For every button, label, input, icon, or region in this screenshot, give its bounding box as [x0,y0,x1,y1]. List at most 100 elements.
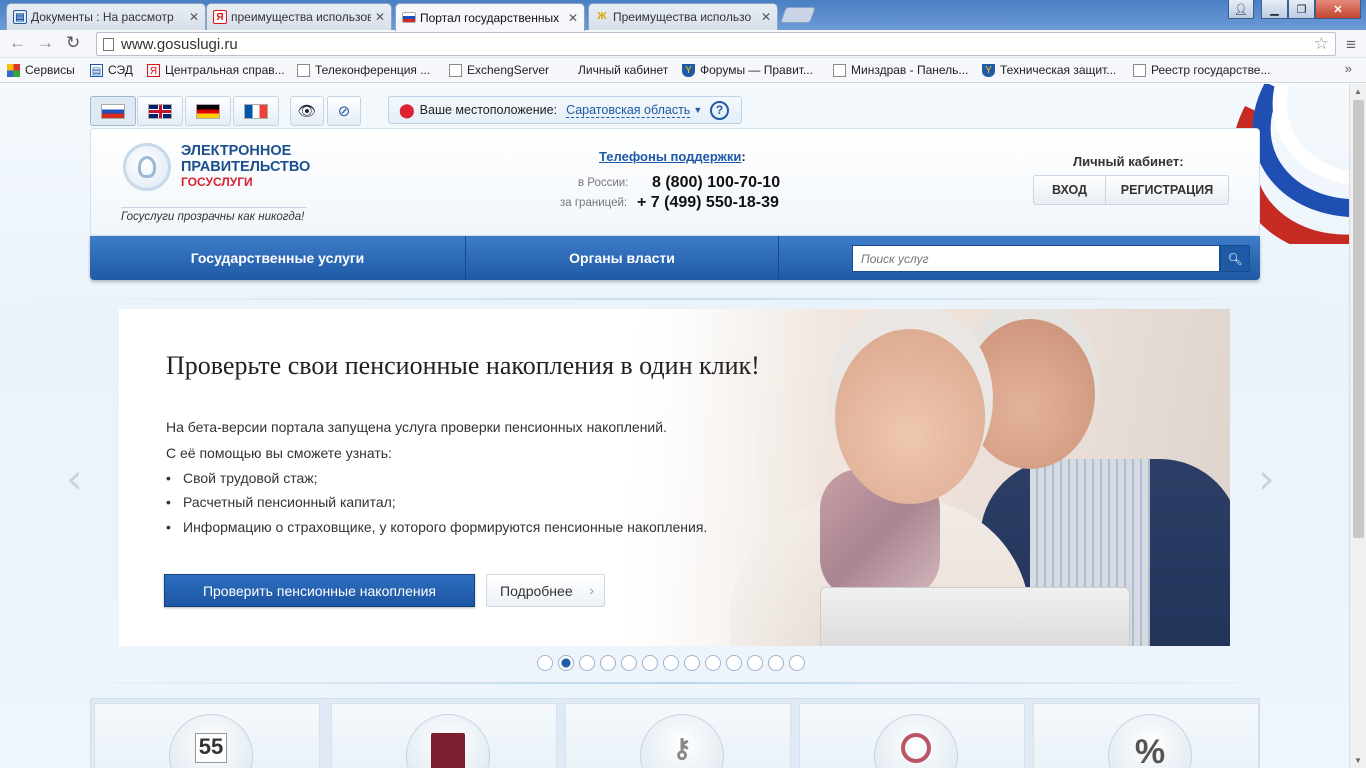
zh-favicon-icon: Ж [597,11,607,22]
category-tile-retirement[interactable]: 55 [94,703,320,768]
carousel-dot[interactable] [747,655,763,671]
carousel-dot[interactable] [705,655,721,671]
tab-title: Документы : На рассмотр [31,10,174,24]
accessibility-button[interactable]: 👁︎ [290,96,324,126]
slider-prev-arrow[interactable]: ‹ [66,454,83,503]
bookmark-item[interactable]: Телеконференция ... [297,63,430,77]
browser-tab[interactable]: ▤ Документы : На рассмотр ✕ [6,3,206,30]
page-scrollbar[interactable]: ▲ ▼ [1349,84,1366,768]
language-fr-button[interactable] [233,96,279,126]
bookmark-item[interactable]: Реестр государстве... [1133,63,1270,77]
site-header: ЭЛЕКТРОННОЕ ПРАВИТЕЛЬСТВО ГОСУСЛУГИ Госу… [90,128,1260,236]
logo-title[interactable]: ЭЛЕКТРОННОЕ ПРАВИТЕЛЬСТВО [181,143,310,175]
browser-menu-icon[interactable]: ≡ [1346,35,1356,55]
carousel-dot[interactable] [600,655,616,671]
search-button[interactable]: 🔍︎ [1220,245,1250,272]
nav-government-services[interactable]: Государственные услуги [90,236,466,280]
browser-tab-active[interactable]: Портал государственных ✕ [395,3,585,31]
carousel-dot[interactable] [642,655,658,671]
user-profile-button[interactable]: 👤︎ [1228,0,1254,19]
bookmark-item[interactable]: Минздрав - Панель... [833,63,968,77]
carousel-dot[interactable] [663,655,679,671]
chevron-down-icon[interactable]: ▼ [693,105,702,115]
location-region-link[interactable]: Саратовская область [566,103,691,118]
address-bar[interactable]: www.gosuslugi.ru ☆ [96,32,1336,56]
logo-line1: ЭЛЕКТРОННОЕ [181,143,292,159]
page-icon [449,63,462,77]
carousel-dot[interactable] [621,655,637,671]
document-favicon-icon: ▤ [13,10,27,24]
scroll-up-arrow-icon[interactable]: ▲ [1354,87,1362,96]
minimize-icon: ▁ [1270,3,1279,16]
bookmark-label: СЭД [108,63,133,77]
language-ru-button[interactable] [90,96,136,126]
bookmark-item[interactable]: ▤ СЭД [90,63,133,77]
main-nav: Государственные услуги Органы власти 🔍︎ [90,236,1260,280]
language-en-button[interactable] [137,96,183,126]
bookmark-item[interactable]: Y Форумы — Правит... [682,63,813,77]
phone-abroad-label: за границей: [560,197,628,209]
russia-flag-favicon-icon [402,12,416,23]
carousel-dot[interactable] [768,655,784,671]
close-tab-icon[interactable]: ✕ [375,10,385,24]
chevron-right-icon: › [589,582,594,598]
close-tab-icon[interactable]: ✕ [568,11,578,25]
carousel-dot[interactable] [537,655,553,671]
bookmark-label: Центральная справ... [165,63,285,77]
login-button[interactable]: ВХОД [1034,176,1106,204]
gosuslugi-logo-icon[interactable] [123,143,171,191]
check-pension-button[interactable]: Проверить пенсионные накопления [164,574,475,607]
carousel-dot[interactable] [726,655,742,671]
bookmark-star-icon[interactable]: ☆ [1314,34,1329,54]
bullet-text: Свой трудовой стаж; [183,470,318,486]
location-pin-icon: ⬤ [399,101,415,118]
carousel-dot[interactable] [789,655,805,671]
carousel-dot[interactable] [684,655,700,671]
bookmark-item[interactable]: Сервисы [7,63,75,77]
language-de-button[interactable] [185,96,231,126]
calendar-icon: 55 [169,714,253,768]
slide-paragraph: На бета-версии портала запущена услуга п… [166,419,667,435]
forward-arrow-icon[interactable]: → [37,33,54,53]
uk-flag-icon [148,103,172,119]
category-tile-property[interactable]: ⚷ [565,703,791,768]
category-tile-passport[interactable] [331,703,557,768]
carousel-dot-active[interactable] [558,655,574,671]
minimize-button[interactable]: ▁ [1261,0,1288,19]
bookmarks-overflow-button[interactable]: » [1345,61,1352,76]
maximize-button[interactable]: ❐ [1288,0,1315,19]
category-tile-family[interactable] [799,703,1025,768]
browser-tab[interactable]: Ж Преимущества использо ✕ [588,3,778,30]
close-window-button[interactable]: ✕ [1315,0,1361,19]
support-phones-link[interactable]: Телефоны поддержки [599,149,741,164]
support-phones-title[interactable]: Телефоны поддержки: [599,149,746,164]
phone-abroad-number: + 7 (499) 550-18-39 [637,194,779,211]
bookmark-item[interactable]: Я Центральная справ... [147,63,285,77]
bookmark-item[interactable]: ExchengServer [449,63,549,77]
bookmark-item[interactable]: Личный кабинет [578,63,668,77]
carousel-dot[interactable] [579,655,595,671]
register-button[interactable]: РЕГИСТРАЦИЯ [1106,176,1228,204]
new-tab-button[interactable] [780,7,816,23]
site-map-button[interactable]: ⊘ [327,96,361,126]
bookmark-item[interactable]: Y Техническая защит... [982,63,1116,77]
browser-tab[interactable]: Я преимущества использов ✕ [206,3,392,30]
divider [30,298,1320,300]
location-help-icon[interactable]: ? [710,101,729,120]
more-details-button[interactable]: Подробнее › [486,574,605,607]
bookmark-label: Сервисы [25,63,75,77]
search-input[interactable] [852,245,1220,272]
reload-icon[interactable]: ↻ [66,33,80,53]
scrollbar-thumb[interactable] [1353,100,1364,538]
nav-authorities[interactable]: Органы власти [466,236,779,280]
yandex-favicon-icon: Я [213,10,227,24]
category-tile-taxes[interactable]: % [1033,703,1259,768]
back-arrow-icon[interactable]: ← [9,33,26,53]
scroll-down-arrow-icon[interactable]: ▼ [1354,756,1362,765]
close-tab-icon[interactable]: ✕ [189,10,199,24]
phone-russia-number: 8 (800) 100-70-10 [652,174,781,191]
phone-russia-label: в России: [578,177,629,189]
slide-bullet: • Информацию о страховщике, у которого фо… [166,519,708,535]
slider-next-arrow[interactable]: › [1258,454,1275,503]
close-tab-icon[interactable]: ✕ [761,10,771,24]
